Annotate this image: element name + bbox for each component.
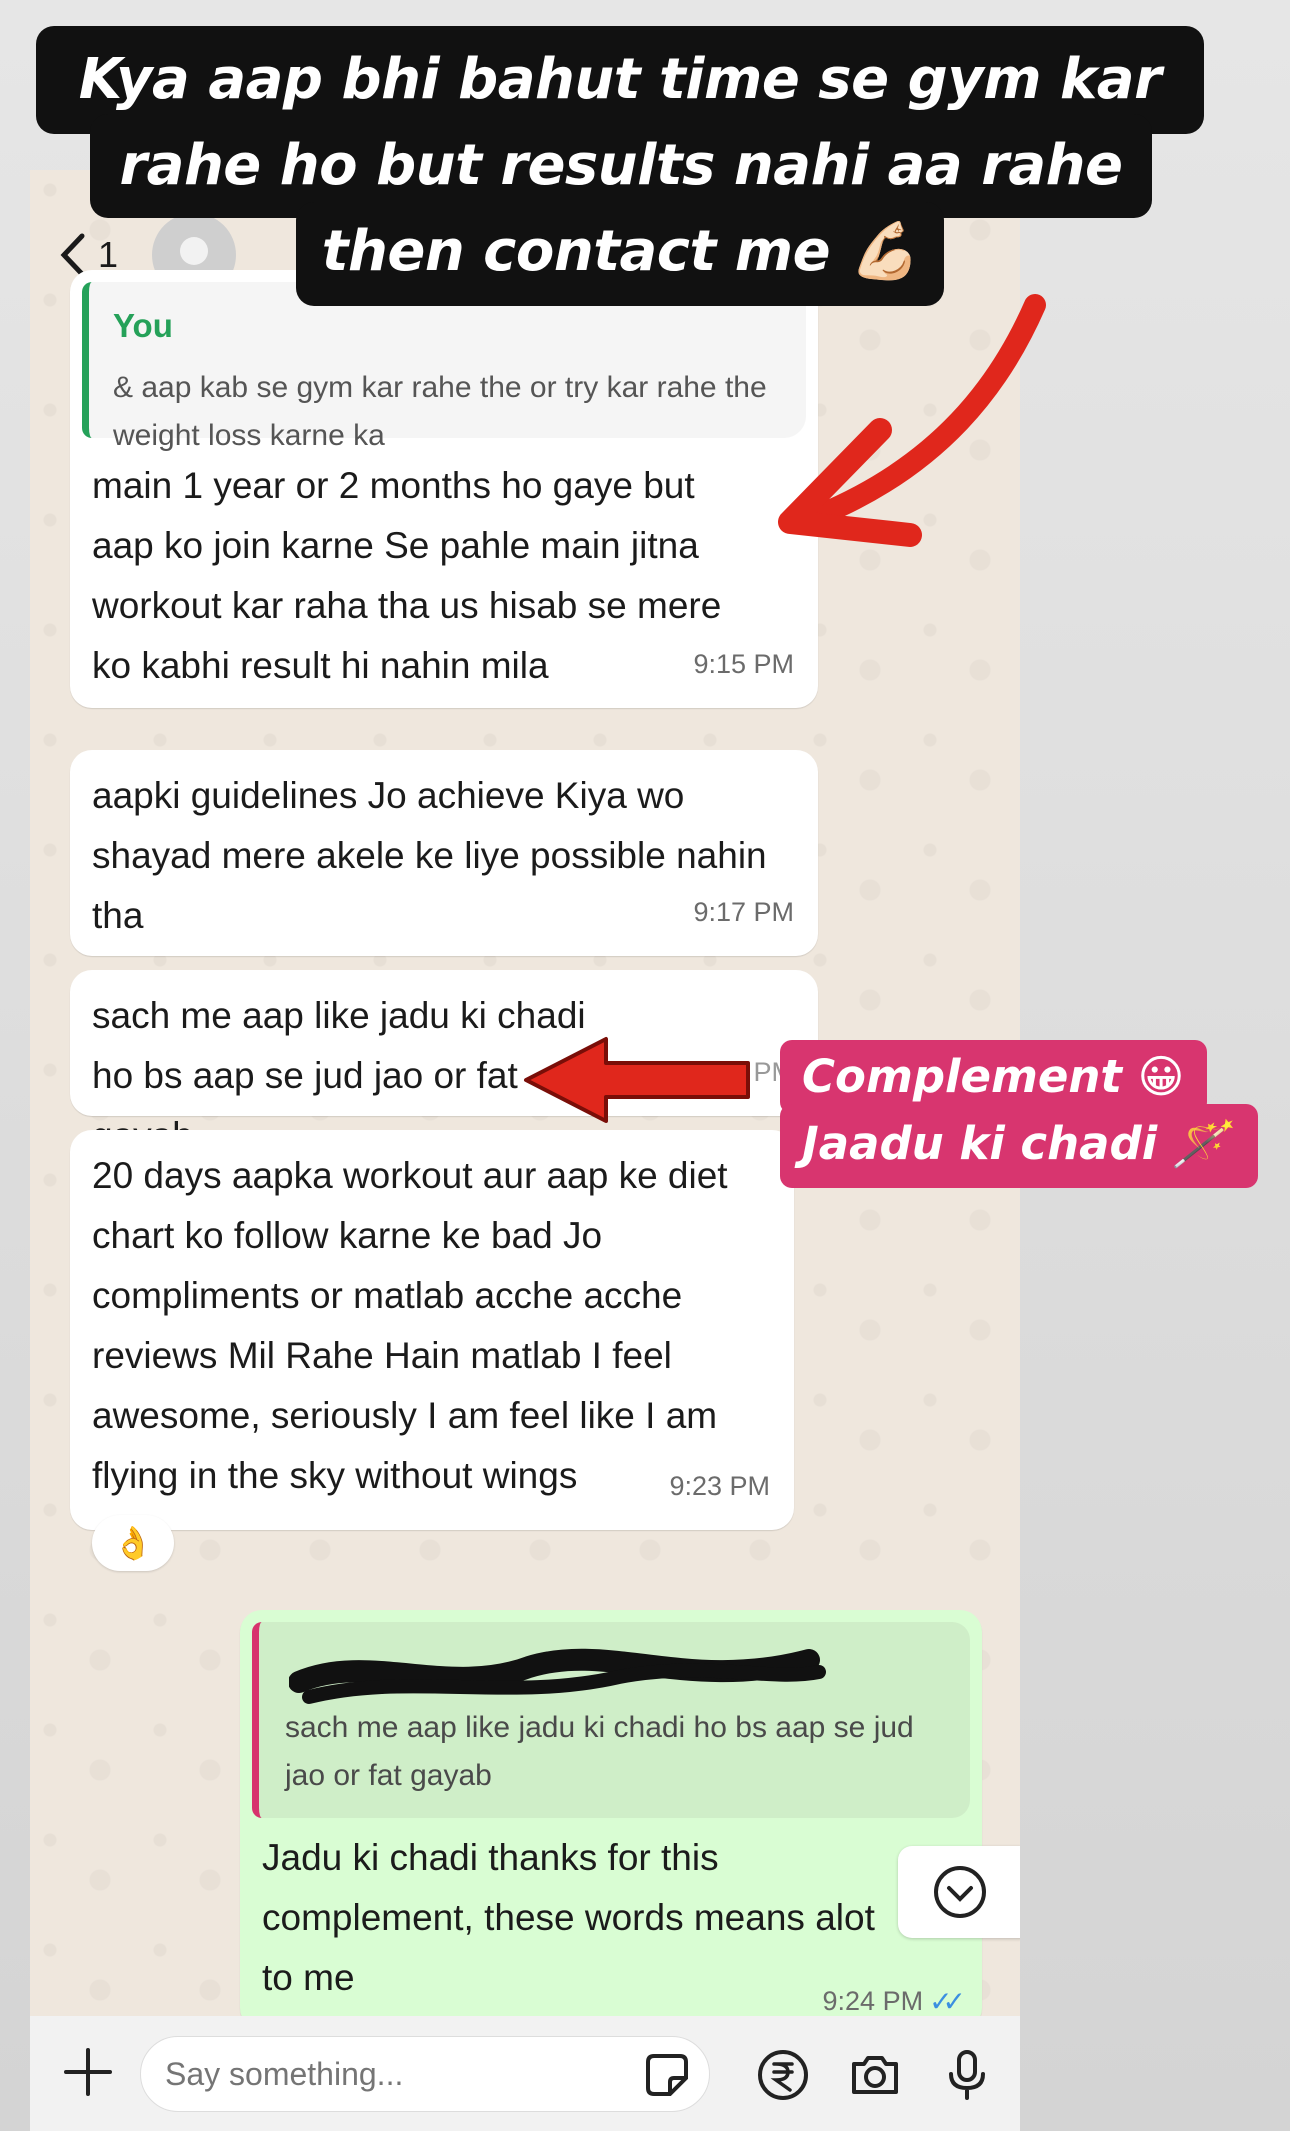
message-input[interactable] <box>140 2036 710 2112</box>
chevron-down-icon <box>934 1866 986 1918</box>
sticker-icon[interactable] <box>640 2048 694 2102</box>
double-check-icon: ✓✓ <box>929 1986 966 2017</box>
story-tag-line: Complement 😀 <box>780 1040 1207 1114</box>
camera-icon[interactable] <box>848 2048 902 2102</box>
message-bubble[interactable]: 20 days aapka workout aur aap ke diet ch… <box>70 1130 794 1530</box>
scroll-down-button[interactable] <box>898 1846 1020 1938</box>
message-text: 20 days aapka workout aur aap ke diet ch… <box>92 1155 738 1496</box>
message-reaction[interactable]: 👌 <box>92 1515 174 1571</box>
message-time-label: 9:24 PM <box>822 1986 924 2016</box>
message-text: main 1 year or 2 months ho gaye but aap … <box>92 465 732 686</box>
story-tag-line: Jaadu ki chadi 🪄 <box>780 1104 1258 1188</box>
message-time: 9:15 PM <box>693 649 794 679</box>
message-time: 9:24 PM ✓✓ <box>822 1985 966 2018</box>
message-time: 9:23 PM <box>669 1471 770 1501</box>
outgoing-message-bubble[interactable]: sach me aap like jadu ki chadi ho bs aap… <box>240 1610 982 2030</box>
redaction-scribble <box>289 1648 826 1704</box>
plus-icon[interactable] <box>60 2044 116 2100</box>
red-curved-arrow <box>778 294 1046 547</box>
message-bubble[interactable]: You & aap kab se gym kar rahe the or try… <box>70 270 818 708</box>
red-left-arrow <box>524 1037 750 1123</box>
rupee-icon[interactable] <box>756 2048 810 2102</box>
mic-icon[interactable] <box>940 2048 994 2102</box>
message-input-bar <box>30 2016 1020 2131</box>
message-text: Jadu ki chadi thanks for this complement… <box>262 1837 875 1998</box>
message-bubble[interactable]: aapki guidelines Jo achieve Kiya wo shay… <box>70 750 818 956</box>
message-time: 9:17 PM <box>693 897 794 927</box>
quoted-reply[interactable]: sach me aap like jadu ki chadi ho bs aap… <box>252 1622 970 1818</box>
